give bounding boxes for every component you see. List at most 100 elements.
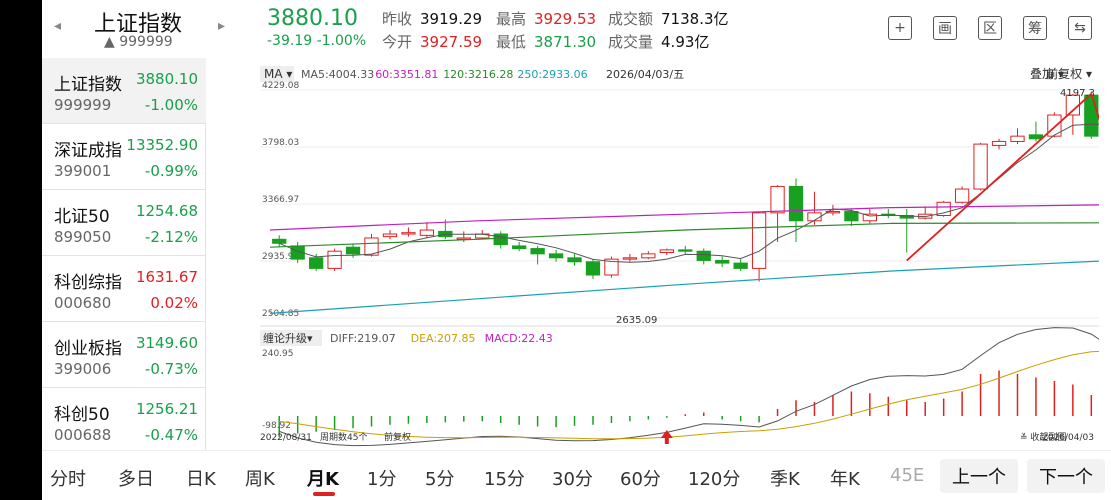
macd-legend-0: DIFF:219.07 [330, 332, 396, 345]
candle-body [530, 248, 545, 255]
tab-1min[interactable]: 1分 [367, 465, 396, 491]
signal-arrow-icon [660, 430, 673, 444]
next-stock-arrow-icon[interactable]: ▸ [218, 18, 225, 34]
stat-value: 3929.53 [534, 10, 597, 28]
item-price: 1256.21 [135, 400, 198, 418]
range-icon[interactable]: 区 [978, 16, 1002, 40]
index-list-item[interactable]: 科创50 1256.21 000688 -0.47% [42, 388, 206, 454]
current-price: 3880.10 [267, 6, 358, 31]
candle-body [548, 253, 564, 259]
tab-30min[interactable]: 30分 [552, 465, 593, 491]
item-name: 北证50 [54, 207, 110, 227]
item-price: 1631.67 [135, 268, 198, 286]
footer-adjust: 前复权 [384, 431, 411, 443]
stat-value: 3871.30 [534, 33, 597, 51]
prev-stock-arrow-icon[interactable]: ◂ [54, 18, 61, 34]
footer-period-count: 周期数45个 [320, 431, 367, 443]
tab-15min[interactable]: 15分 [484, 465, 525, 491]
draw-icon[interactable]: 画 [933, 16, 957, 40]
add-icon[interactable]: + [888, 16, 912, 40]
ma-legend-2: 120:3216.28 [443, 68, 513, 81]
candle-body [641, 253, 656, 259]
candle-body [1084, 94, 1099, 137]
item-code: 399006 [54, 360, 112, 378]
tab-month[interactable]: 月K [307, 465, 339, 491]
prev-one-button[interactable]: 上一个 [940, 459, 1018, 493]
y-tick-label: 3798.03 [262, 138, 299, 148]
candle-body [715, 259, 730, 264]
tab-multiday[interactable]: 多日 [118, 465, 154, 491]
kline-svg[interactable]: MA ▾ MA5:4004.33 60:3351.81 120:3216.28 250:… [214, 60, 1099, 450]
item-name: 创业板指 [54, 339, 122, 359]
candle-body [844, 211, 859, 222]
trend-up-arrow [906, 93, 1092, 262]
candle-body [973, 143, 988, 190]
candle-body [1010, 135, 1025, 142]
stat-0: 昨收 3919.29 [382, 8, 482, 29]
tab-120min[interactable]: 120分 [688, 465, 740, 491]
sub-y-top: 240.95 [262, 349, 294, 359]
dea-line [279, 350, 1099, 440]
tab-week[interactable]: 周K [245, 465, 275, 491]
candle-body [788, 185, 804, 222]
footer-end-date: 2026/04/03 [1042, 433, 1094, 443]
index-list: 上证指数 3880.10 999999 -1.00% 深证成指 13352.90 39900… [42, 58, 206, 454]
ma250-line [269, 260, 1099, 314]
index-list-item[interactable]: 上证指数 3880.10 999999 -1.00% [42, 58, 206, 124]
index-code-label: ▲ 999999 [104, 34, 173, 50]
candle-body [419, 229, 435, 236]
candle-body [696, 250, 711, 261]
tab-60min[interactable]: 60分 [620, 465, 661, 491]
active-tab-indicator [313, 492, 335, 496]
candle-body [862, 213, 877, 222]
index-list-item[interactable]: 科创综指 1631.67 000680 0.02% [42, 256, 206, 322]
stat-value: 4.93亿 [661, 33, 710, 51]
candle-body [272, 238, 287, 244]
stat-label: 最高 [496, 10, 527, 28]
macd-legend-2: MACD:22.43 [485, 332, 553, 345]
candle-body [751, 212, 767, 269]
stat-value: 3919.29 [420, 10, 483, 28]
stat-value: 7138.3亿 [661, 10, 729, 28]
index-list-item[interactable]: 创业板指 3149.60 399006 -0.73% [42, 322, 206, 388]
candle-body [401, 232, 416, 235]
item-price: 3880.10 [135, 70, 198, 88]
stat-1: 最高 3929.53 [496, 8, 596, 29]
sub-indicator-label: 缠论升级▾ [263, 331, 313, 345]
ma-legend-0: MA5:4004.33 [301, 68, 374, 81]
candle-body [1028, 134, 1044, 140]
candle-body [991, 140, 1007, 146]
ma-legend-1: 60:3351.81 [375, 68, 438, 81]
index-list-item[interactable]: 北证50 1254.68 899050 -2.12% [42, 190, 206, 256]
tab-season[interactable]: 季K [770, 465, 800, 491]
item-change: 0.02% [150, 294, 198, 312]
y-tick-label: 4229.08 [262, 81, 299, 91]
tab-45day[interactable]: 45E [890, 465, 924, 486]
y-tick-label: 2504.85 [262, 309, 299, 319]
switch-icon[interactable]: ⇆ [1068, 16, 1092, 40]
item-code: 999999 [54, 96, 112, 114]
chip-icon[interactable]: 筹 [1023, 16, 1047, 40]
stat-4: 最低 3871.30 [496, 31, 596, 52]
kline-chart[interactable]: MA ▾ MA5:4004.33 60:3351.81 120:3216.28 250:… [214, 60, 1099, 450]
item-change: -1.00% [144, 96, 198, 114]
candle-body [770, 185, 785, 214]
adjust-button: 前复权 ▾ [1046, 66, 1092, 81]
item-change: -0.99% [144, 162, 198, 180]
index-list-item[interactable]: 深证成指 13352.90 399001 -0.99% [42, 124, 206, 190]
tab-fenshi[interactable]: 分时 [50, 465, 86, 491]
item-change: -0.73% [144, 360, 198, 378]
ma60-line [269, 204, 1099, 231]
candle-body [382, 233, 398, 238]
stat-label: 成交额 [608, 10, 654, 28]
index-code: 999999 [119, 34, 173, 50]
footer-start-date: 2022/08/31 [260, 433, 312, 443]
tab-day[interactable]: 日K [186, 465, 216, 491]
candle-body [807, 212, 822, 222]
stat-value: 3927.59 [420, 33, 483, 51]
candle-body [345, 246, 361, 255]
tab-5min[interactable]: 5分 [425, 465, 454, 491]
diff-line [279, 327, 1099, 447]
tab-year[interactable]: 年K [830, 465, 860, 491]
next-one-button[interactable]: 下一个 [1027, 459, 1105, 493]
